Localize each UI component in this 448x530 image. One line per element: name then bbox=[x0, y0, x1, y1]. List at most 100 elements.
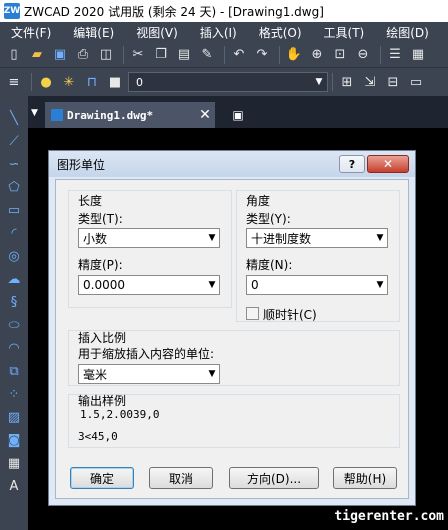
design-center-icon[interactable]: ▦ bbox=[408, 45, 428, 65]
layer-combo-value: 0 bbox=[136, 75, 143, 89]
toolbar-separator bbox=[279, 45, 280, 64]
layer-states-icon[interactable]: ⊟ bbox=[383, 72, 403, 92]
table-icon[interactable]: ▦ bbox=[4, 453, 24, 473]
dialog-title-bar: 图形单位 ? ✕ bbox=[49, 151, 415, 177]
chevron-down-icon: ▼ bbox=[208, 280, 216, 290]
chevron-down-icon: ▼ bbox=[315, 77, 323, 87]
menu-view[interactable]: 视图(V) bbox=[125, 24, 189, 41]
save-icon[interactable]: ▣ bbox=[50, 45, 70, 65]
insert-scale-group-label: 插入比例 bbox=[78, 331, 127, 345]
toolbar-separator bbox=[31, 73, 32, 91]
help-button[interactable]: 帮助(H) bbox=[333, 467, 397, 489]
region-icon[interactable]: ◙ bbox=[4, 430, 24, 450]
revcloud-icon[interactable]: ☁ bbox=[4, 269, 24, 289]
open-icon[interactable]: ▰ bbox=[27, 45, 47, 65]
ok-button[interactable]: 确定 bbox=[70, 467, 134, 489]
pan-icon[interactable]: ✋ bbox=[284, 45, 304, 65]
sample-output-group-label: 输出样例 bbox=[78, 394, 127, 408]
clockwise-label[interactable]: 顺时针(C) bbox=[263, 306, 317, 323]
zwcad-window: ZW ZWCAD 2020 试用版 (剩余 24 天) - [Drawing1.… bbox=[0, 0, 448, 530]
cancel-button[interactable]: 取消 bbox=[149, 467, 213, 489]
angle-type-combo[interactable]: 十进制度数 ▼ bbox=[246, 228, 388, 248]
new-tab-icon[interactable]: ▣ bbox=[227, 106, 249, 124]
angle-group-label: 角度 bbox=[246, 194, 271, 208]
cut-icon[interactable]: ✂ bbox=[128, 45, 148, 65]
clockwise-checkbox[interactable] bbox=[246, 307, 259, 320]
polyline-icon[interactable]: ∽ bbox=[4, 154, 24, 174]
arc-icon[interactable]: ◜ bbox=[4, 223, 24, 243]
match-icon[interactable]: ✎ bbox=[197, 45, 217, 65]
drawing-units-dialog: 图形单位 ? ✕ 长度 类型(T): 小数 ▼ 精度(P): 0.0000 ▼ … bbox=[48, 150, 416, 506]
document-tabs: ▼ Drawing1.dwg* ✕ ▣ bbox=[28, 96, 448, 128]
ellipse-icon[interactable]: ⬭ bbox=[4, 315, 24, 335]
zoom-icon[interactable]: ⊕ bbox=[307, 45, 327, 65]
properties-icon[interactable]: ☰ bbox=[385, 45, 405, 65]
sample-line-2: 3<45,0 bbox=[78, 430, 118, 443]
make-current-icon[interactable]: ⊞ bbox=[337, 72, 357, 92]
menu-bar: 文件(F) 编辑(E) 视图(V) 插入(I) 格式(O) 工具(T) 绘图(D… bbox=[0, 22, 448, 42]
insert-units-value: 毫米 bbox=[83, 367, 108, 382]
layer-color-icon: ■ bbox=[108, 74, 122, 90]
zoom-prev-icon[interactable]: ⊖ bbox=[353, 45, 373, 65]
length-precision-value: 0.0000 bbox=[83, 278, 125, 292]
mtext-icon[interactable]: A bbox=[4, 476, 24, 496]
print-icon[interactable]: ⎙ bbox=[73, 45, 93, 65]
line-icon[interactable]: ╲ bbox=[4, 108, 24, 128]
tabs-menu-icon[interactable]: ▼ bbox=[31, 108, 43, 118]
layer-combo[interactable]: 0 ▼ bbox=[128, 72, 328, 92]
title-bar: ZW ZWCAD 2020 试用版 (剩余 24 天) - [Drawing1.… bbox=[0, 0, 448, 22]
menu-file[interactable]: 文件(F) bbox=[0, 24, 62, 41]
angle-type-value: 十进制度数 bbox=[251, 231, 312, 246]
insert-block-icon[interactable]: ⧉ bbox=[4, 361, 24, 381]
rectangle-icon[interactable]: ▭ bbox=[4, 200, 24, 220]
paste-icon[interactable]: ▤ bbox=[174, 45, 194, 65]
layer-lock-icon: ⊓ bbox=[86, 74, 98, 90]
zoom-window-icon[interactable]: ⊡ bbox=[330, 45, 350, 65]
polygon-icon[interactable]: ⬠ bbox=[4, 177, 24, 197]
direction-button[interactable]: 方向(D)... bbox=[229, 467, 319, 489]
toolbar-separator bbox=[332, 73, 333, 91]
menu-edit[interactable]: 编辑(E) bbox=[62, 24, 125, 41]
length-type-value: 小数 bbox=[83, 231, 108, 246]
menu-format[interactable]: 格式(O) bbox=[248, 24, 313, 41]
ellipse-arc-icon[interactable]: ◠ bbox=[4, 338, 24, 358]
layer-toolbar: ≡ ● ✳ ⊓ ■ 0 ▼ ⊞ ⇲ ⊟ ▭ bbox=[0, 68, 448, 96]
toolbar-separator bbox=[123, 45, 124, 64]
chevron-down-icon: ▼ bbox=[208, 233, 216, 243]
draw-toolbar: ╲ ⟋ ∽ ⬠ ▭ ◜ ◎ ☁ § ⬭ ◠ ⧉ ⁘ ▨ ◙ ▦ A bbox=[0, 96, 28, 530]
layer-manager-icon[interactable]: ≡ bbox=[4, 72, 24, 92]
chevron-down-icon: ▼ bbox=[376, 233, 384, 243]
zwcad-logo-icon: ZW bbox=[4, 3, 20, 19]
length-precision-combo[interactable]: 0.0000 ▼ bbox=[78, 275, 220, 295]
dialog-close-button[interactable]: ✕ bbox=[367, 155, 409, 173]
angle-precision-value: 0 bbox=[251, 278, 259, 292]
layer-isolate-icon[interactable]: ▭ bbox=[406, 72, 426, 92]
redo-icon[interactable]: ↷ bbox=[252, 45, 272, 65]
ray-icon[interactable]: ⟋ bbox=[4, 131, 24, 151]
length-group-label: 长度 bbox=[78, 194, 103, 208]
insert-units-label: 用于缩放插入内容的单位: bbox=[78, 347, 215, 361]
angle-type-label: 类型(Y): bbox=[246, 212, 291, 226]
point-icon[interactable]: ⁘ bbox=[4, 384, 24, 404]
menu-insert[interactable]: 插入(I) bbox=[189, 24, 248, 41]
spline-icon[interactable]: § bbox=[4, 292, 24, 312]
tab-drawing1[interactable]: Drawing1.dwg* ✕ bbox=[45, 102, 215, 128]
menu-tools[interactable]: 工具(T) bbox=[313, 24, 376, 41]
close-icon[interactable]: ✕ bbox=[195, 107, 215, 123]
length-precision-label: 精度(P): bbox=[78, 258, 123, 272]
layer-previous-icon[interactable]: ⇲ bbox=[360, 72, 380, 92]
menu-draw[interactable]: 绘图(D) bbox=[375, 24, 440, 41]
angle-precision-combo[interactable]: 0 ▼ bbox=[246, 275, 388, 295]
preview-icon[interactable]: ◫ bbox=[96, 45, 116, 65]
insert-units-combo[interactable]: 毫米 ▼ bbox=[78, 364, 220, 384]
dialog-help-button[interactable]: ? bbox=[339, 155, 365, 173]
menu-dimension[interactable]: 标注 bbox=[440, 24, 448, 41]
toolbar-separator bbox=[224, 45, 225, 64]
undo-icon[interactable]: ↶ bbox=[229, 45, 249, 65]
dialog-body: 长度 类型(T): 小数 ▼ 精度(P): 0.0000 ▼ 角度 类型(Y):… bbox=[55, 179, 409, 499]
circle-icon[interactable]: ◎ bbox=[4, 246, 24, 266]
hatch-icon[interactable]: ▨ bbox=[4, 407, 24, 427]
new-icon[interactable]: ▯ bbox=[4, 45, 24, 65]
length-type-combo[interactable]: 小数 ▼ bbox=[78, 228, 220, 248]
copy-icon[interactable]: ❐ bbox=[151, 45, 171, 65]
